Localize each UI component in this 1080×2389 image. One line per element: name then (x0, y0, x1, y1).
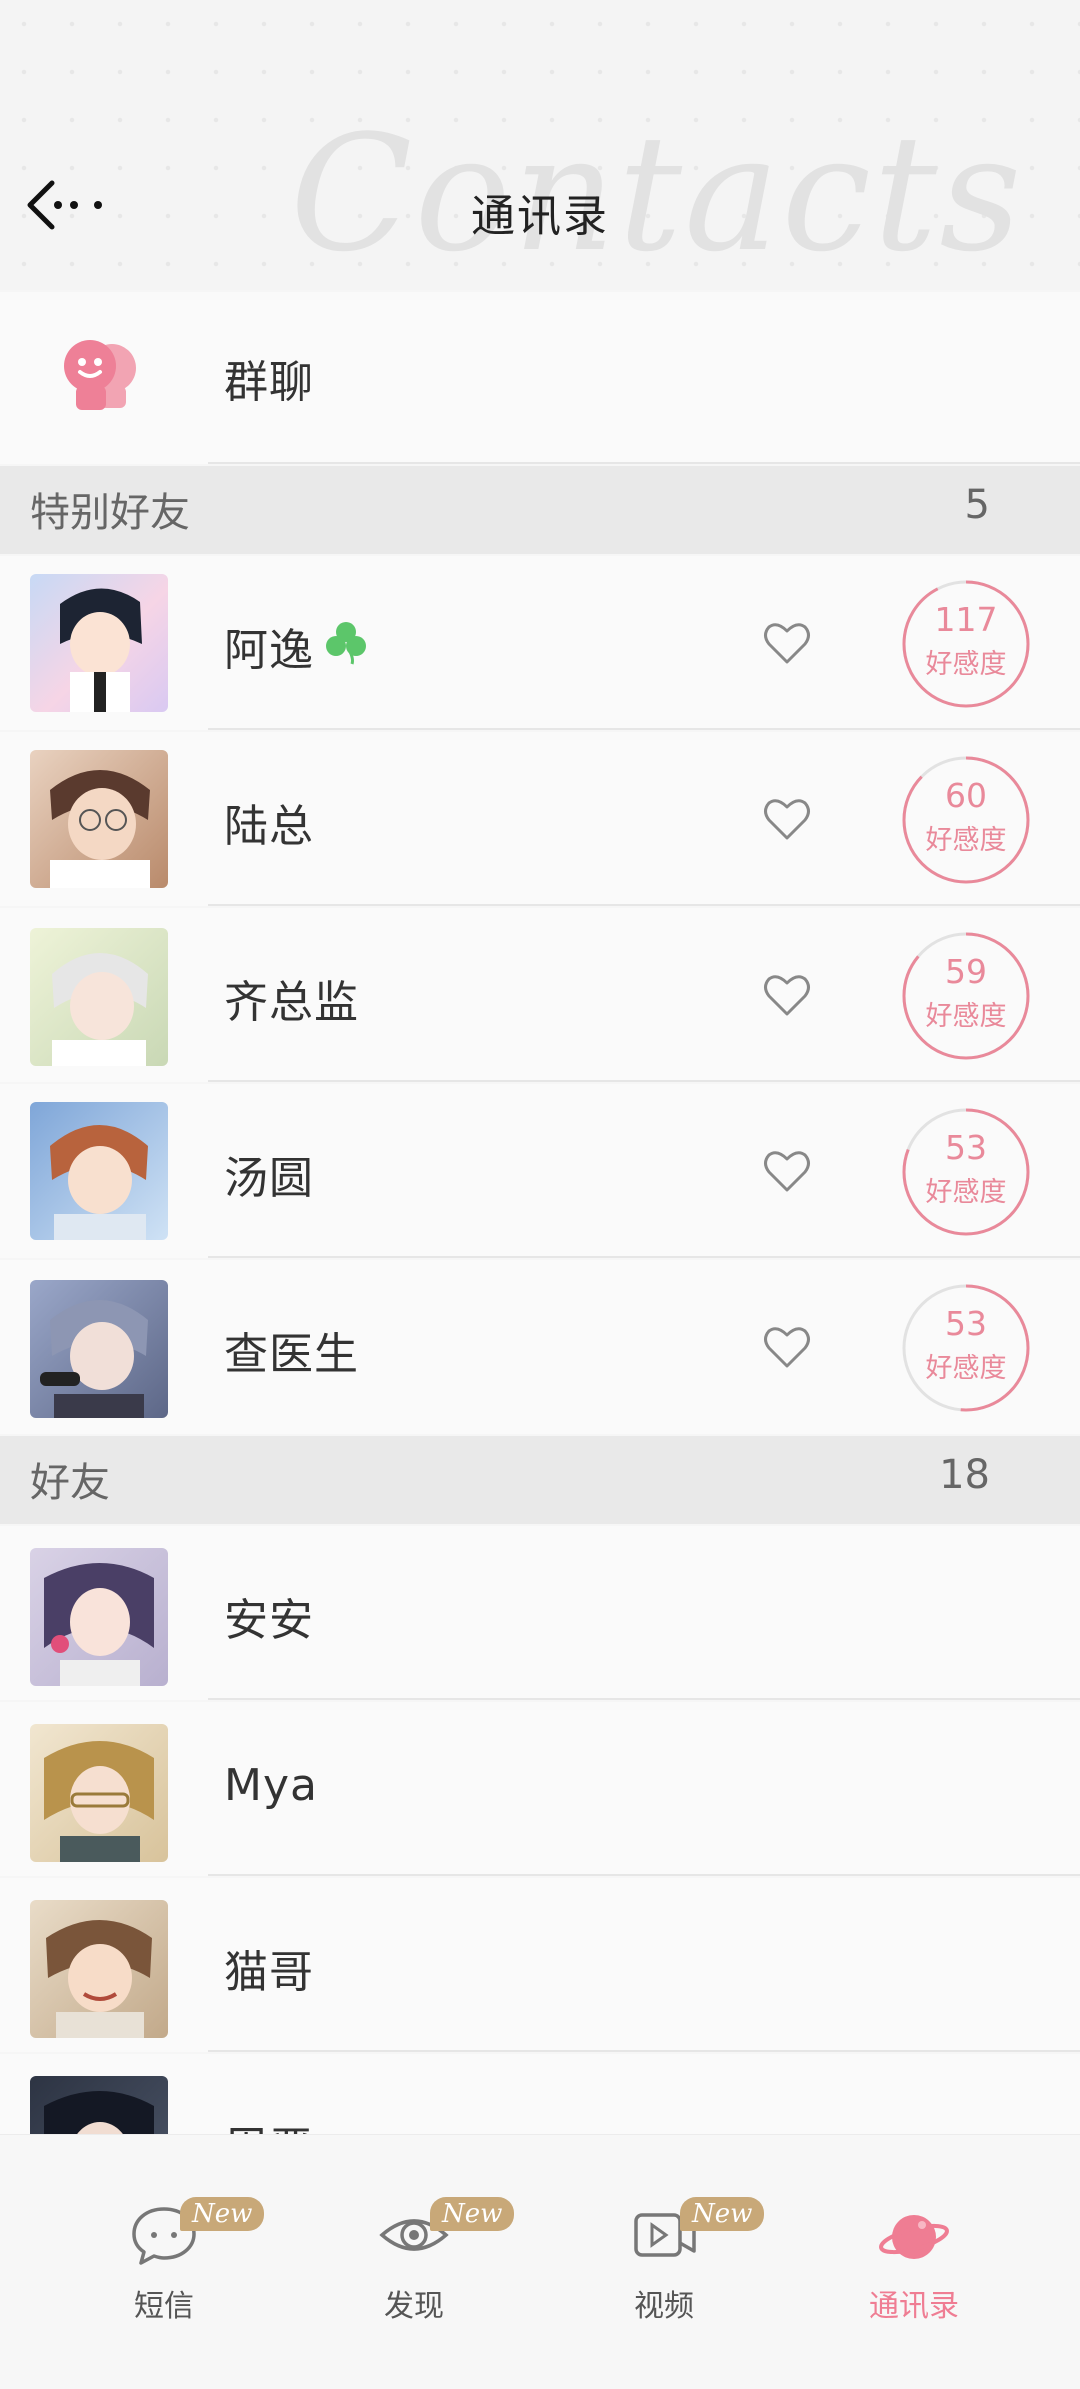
contact-row[interactable]: 猫哥 (0, 1878, 1080, 2052)
avatar (30, 1280, 168, 1418)
tab-discover[interactable]: 发现 New (314, 2175, 515, 2324)
contact-row[interactable]: 陆总 60 好感度 (0, 732, 1080, 906)
group-chat-icon (64, 340, 136, 410)
affinity-value: 53 (945, 1128, 987, 1167)
contact-name: Mya (224, 1760, 318, 1811)
group-chat-row[interactable]: 群聊 (0, 292, 1080, 464)
section-count: 5 (964, 482, 990, 528)
contact-row[interactable]: Mya (0, 1702, 1080, 1876)
favorite-heart-icon[interactable] (760, 616, 814, 670)
avatar (30, 1548, 168, 1686)
section-title: 好友 (30, 1460, 110, 1506)
favorite-heart-icon[interactable] (760, 968, 814, 1022)
affinity-value: 60 (945, 776, 987, 815)
contact-row[interactable]: 查医生 53 好感度 (0, 1260, 1080, 1434)
affinity-label: 好感度 (925, 825, 1007, 856)
contact-name: 查医生 (224, 1329, 359, 1380)
favorite-heart-icon[interactable] (760, 1144, 814, 1198)
page-title: 通讯录 (471, 191, 609, 242)
divider (208, 462, 1080, 464)
new-badge: New (680, 2197, 765, 2231)
affinity-value: 53 (945, 1304, 987, 1343)
contact-name: 陆总 (224, 801, 314, 852)
new-badge: New (180, 2197, 265, 2231)
bottom-tab-bar: 短信 New 发现 New 视频 New 通讯录 (0, 2134, 1080, 2389)
tab-messages[interactable]: 短信 New (64, 2175, 265, 2324)
contact-row[interactable]: 阿逸 117 好感度 (0, 556, 1080, 730)
tab-label: 视频 (634, 2289, 694, 2324)
contact-name: 齐总监 (224, 977, 359, 1028)
affinity-label: 好感度 (925, 649, 1007, 680)
contact-row[interactable]: 周严 (0, 2054, 1080, 2134)
divider (208, 1698, 1080, 1700)
section-count: 18 (939, 1452, 990, 1498)
divider (208, 2050, 1080, 2052)
divider (208, 728, 1080, 730)
contact-name: 周严 (224, 2112, 314, 2134)
avatar (30, 1900, 168, 2038)
avatar (30, 1102, 168, 1240)
new-badge: New (430, 2197, 515, 2231)
header: Contacts 通讯录 (0, 0, 1080, 290)
avatar (30, 1724, 168, 1862)
affinity-label: 好感度 (925, 1001, 1007, 1032)
divider (208, 1874, 1080, 1876)
avatar (30, 574, 168, 712)
affinity-ring: 53 好感度 (900, 1106, 1032, 1238)
tab-label: 发现 (384, 2289, 444, 2324)
contact-row[interactable]: 汤圆 53 好感度 (0, 1084, 1080, 1258)
tab-label: 短信 (134, 2289, 194, 2324)
favorite-heart-icon[interactable] (760, 1320, 814, 1374)
affinity-ring: 53 好感度 (900, 1282, 1032, 1414)
special-friends-header: 特别好友 5 (0, 466, 1080, 554)
affinity-ring: 60 好感度 (900, 754, 1032, 886)
divider (208, 1256, 1080, 1258)
affinity-value: 117 (934, 600, 998, 639)
tab-label: 通讯录 (869, 2289, 959, 2324)
contact-name: 阿逸 (224, 625, 314, 676)
affinity-ring: 59 好感度 (900, 930, 1032, 1062)
affinity-label: 好感度 (925, 1177, 1007, 1208)
affinity-value: 59 (945, 952, 987, 991)
contact-name: 猫哥 (224, 1947, 314, 1998)
contact-row[interactable]: 安安 (0, 1526, 1080, 1700)
avatar (30, 928, 168, 1066)
planet-icon (879, 2215, 949, 2259)
section-title: 特别好友 (30, 490, 190, 536)
avatar (30, 2076, 168, 2134)
group-chat-label: 群聊 (224, 357, 314, 408)
clover-icon (326, 622, 366, 665)
affinity-ring: 117 好感度 (900, 578, 1032, 710)
friends-header: 好友 18 (0, 1436, 1080, 1524)
favorite-heart-icon[interactable] (760, 792, 814, 846)
contact-name: 汤圆 (224, 1153, 314, 1204)
divider (208, 1080, 1080, 1082)
tab-contacts[interactable]: 通讯录 (814, 2175, 1014, 2324)
contact-name: 安安 (224, 1595, 314, 1646)
contact-row[interactable]: 齐总监 59 好感度 (0, 908, 1080, 1082)
divider (208, 904, 1080, 906)
avatar (30, 750, 168, 888)
affinity-label: 好感度 (925, 1353, 1007, 1384)
tab-video[interactable]: 视频 New (564, 2175, 765, 2324)
